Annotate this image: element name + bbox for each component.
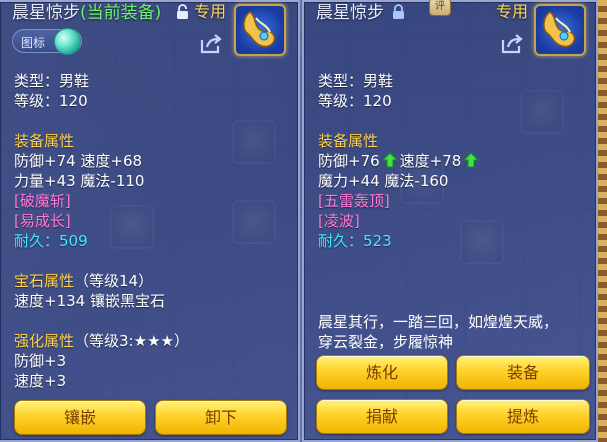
- equipped-item-tooltip: 晨星惊步(当前装备) 专用 图标 类型：男鞋 等级：120 装备属性 防御+74…: [0, 0, 300, 442]
- exclusive-label: 专用: [496, 2, 529, 21]
- enhance-attr-header-row: 强化属性（等级3:★★★）: [14, 330, 189, 351]
- durability-label: 耐久：: [318, 232, 364, 250]
- item-title: 晨星惊步: [316, 0, 384, 23]
- equip-attr-line2: 力量+43 魔法-110: [14, 172, 145, 190]
- window-edge-decoration: [598, 0, 607, 442]
- inlay-button[interactable]: 镶嵌: [14, 400, 146, 435]
- equip-button[interactable]: 装备: [456, 355, 590, 390]
- enhance-attr-line1: 防御+3: [14, 352, 67, 370]
- up-arrow-icon: [381, 152, 398, 168]
- enhance-close: ）: [173, 332, 189, 350]
- gem-attr-header-row: 宝石属性（等级14）: [14, 270, 153, 291]
- share-icon[interactable]: [500, 32, 524, 54]
- gem-attr-header: 宝石属性: [14, 272, 75, 290]
- equip-attr-header: 装备属性: [14, 132, 75, 150]
- item-description-line2: 穿云裂金，步履惊神: [318, 333, 454, 351]
- current-equip-label: (当前装备): [80, 3, 162, 23]
- enhance-level: （等级3:: [74, 332, 134, 350]
- enhance-stars: ★★★: [133, 332, 174, 350]
- equip-attr-header: 装备属性: [318, 132, 379, 150]
- special-skill-1: [五雷轰顶]: [318, 192, 390, 210]
- lock-icon: [177, 4, 188, 19]
- durability: 耐久：523: [318, 230, 392, 251]
- item-name: 晨星惊步: [316, 3, 384, 23]
- enhance-attr-line2: 速度+3: [14, 372, 67, 390]
- orb-icon: [54, 28, 81, 55]
- lock-icon: [393, 4, 404, 19]
- item-type: 类型：男鞋: [14, 72, 90, 90]
- equip-attr-line1: 防御+76 速度+78: [318, 150, 481, 171]
- exclusive-label: 专用: [194, 2, 227, 21]
- compare-item-tooltip: 晨星惊步 评 专用 类型：男鞋 等级：120 装备属性 防御+76 速度+78 魔…: [302, 0, 598, 442]
- defense-value: 防御+76: [318, 152, 380, 170]
- special-skill-2: [易成长]: [14, 212, 71, 230]
- durability: 耐久：509: [14, 230, 88, 251]
- icon-toggle-label: 图标: [21, 36, 46, 50]
- icon-toggle-button[interactable]: 图标: [12, 28, 82, 55]
- share-icon[interactable]: [199, 32, 223, 54]
- equip-attr-line1: 防御+74 速度+68: [14, 152, 143, 170]
- durability-value: 523: [363, 232, 392, 250]
- boots-item-icon: [234, 4, 286, 56]
- item-type: 类型：男鞋: [318, 72, 394, 90]
- extract-button[interactable]: 提炼: [456, 399, 590, 434]
- gem-attr-line: 速度+134 镶嵌黑宝石: [14, 292, 165, 310]
- equip-attr-line2: 魔力+44 魔法-160: [318, 172, 449, 190]
- up-arrow-icon: [463, 152, 480, 168]
- durability-value: 509: [59, 232, 88, 250]
- item-level: 等级：120: [318, 92, 392, 110]
- durability-label: 耐久：: [14, 232, 60, 250]
- refine-button[interactable]: 炼化: [316, 355, 448, 390]
- appraisal-seal-icon: 评: [429, 0, 451, 16]
- donate-button[interactable]: 捐献: [316, 399, 448, 434]
- speed-value: 速度+78: [399, 152, 462, 170]
- gem-level: （等级14）: [74, 272, 154, 290]
- item-level: 等级：120: [14, 92, 88, 110]
- item-description-line1: 晨星其行，一踏三回，如煌煌天威，: [318, 313, 559, 331]
- special-skill-2: [凌波]: [318, 212, 360, 230]
- item-name: 晨星惊步: [12, 3, 80, 23]
- item-title: 晨星惊步(当前装备): [12, 0, 161, 23]
- special-skill-1: [破魔斩]: [14, 192, 71, 210]
- boots-item-icon: [534, 4, 586, 56]
- enhance-attr-header: 强化属性: [14, 332, 75, 350]
- unequip-button[interactable]: 卸下: [155, 400, 287, 435]
